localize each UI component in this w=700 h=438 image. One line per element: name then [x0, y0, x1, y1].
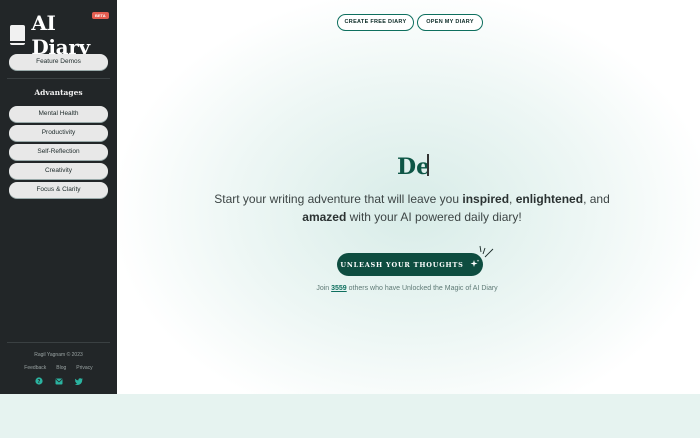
- sidebar-item-self-reflection[interactable]: Self-Reflection: [9, 144, 108, 160]
- mail-icon[interactable]: [55, 377, 63, 385]
- sparkle-icon: [470, 259, 480, 271]
- twitter-icon[interactable]: [74, 377, 83, 385]
- main-content: CREATE FREE DIARY OPEN MY DIARY De Start…: [117, 0, 700, 394]
- join-pre: Join: [316, 285, 332, 292]
- footer-divider: [7, 342, 110, 343]
- bottom-band: [0, 394, 700, 438]
- copyright-year: © 2023: [66, 352, 83, 358]
- tagline-text: with your AI powered daily diary!: [346, 210, 522, 224]
- cta-label: UNLEASH YOUR THOUGHTS: [340, 260, 464, 269]
- open-my-diary-button[interactable]: OPEN MY DIARY: [417, 14, 483, 31]
- tagline-sep: , and: [583, 192, 610, 206]
- decorative-lines-icon: [479, 245, 494, 258]
- join-count[interactable]: 3559: [331, 285, 347, 292]
- word-enlightened: enlightened: [515, 192, 584, 206]
- beta-badge: BETA: [92, 12, 109, 19]
- footer-links: Feedback Blog Privacy: [0, 365, 117, 371]
- svg-text:?: ?: [37, 379, 40, 385]
- sidebar-item-focus-clarity[interactable]: Focus & Clarity: [9, 182, 108, 198]
- sidebar-item-creativity[interactable]: Creativity: [9, 163, 108, 179]
- sidebar-divider: [7, 78, 110, 79]
- typewriter-text: De: [397, 154, 431, 180]
- footer-link-feedback[interactable]: Feedback: [24, 365, 46, 371]
- advantages-heading: Advantages: [34, 88, 83, 97]
- copyright: Ragil Yagnam © 2023: [0, 352, 117, 358]
- unleash-thoughts-button[interactable]: UNLEASH YOUR THOUGHTS: [337, 253, 483, 276]
- footer-link-privacy[interactable]: Privacy: [76, 365, 92, 371]
- sidebar-item-productivity[interactable]: Productivity: [9, 125, 108, 141]
- book-icon: [10, 25, 26, 45]
- feature-demos-button[interactable]: Feature Demos: [9, 54, 108, 70]
- social-links: ?: [0, 377, 117, 385]
- author-link[interactable]: Ragil Yagnam: [34, 352, 65, 358]
- word-amazed: amazed: [302, 210, 347, 224]
- help-icon[interactable]: ?: [34, 377, 43, 385]
- create-free-diary-button[interactable]: CREATE FREE DIARY: [337, 14, 414, 31]
- logo[interactable]: AI Diary BETA: [10, 11, 117, 59]
- text-cursor: [427, 154, 429, 176]
- join-post: others who have Unlocked the Magic of AI…: [346, 285, 498, 292]
- join-text: Join 3559 others who have Unlocked the M…: [237, 285, 577, 292]
- tagline-sep: ,: [509, 192, 516, 206]
- tagline: Start your writing adventure that will l…: [212, 190, 612, 226]
- footer-link-blog[interactable]: Blog: [56, 365, 66, 371]
- tagline-text: Start your writing adventure that will l…: [214, 192, 463, 206]
- sidebar: AI Diary BETA Feature Demos Advantages M…: [0, 0, 117, 394]
- sidebar-item-mental-health[interactable]: Mental Health: [9, 106, 108, 122]
- word-inspired: inspired: [462, 192, 510, 206]
